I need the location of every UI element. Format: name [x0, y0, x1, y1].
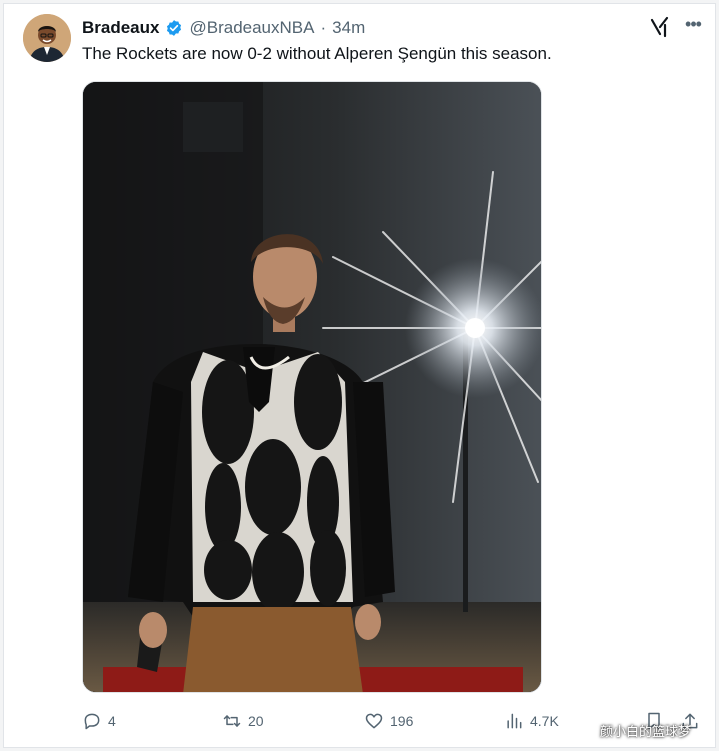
more-icon[interactable]: ••• — [682, 14, 704, 36]
separator-dot: · — [320, 18, 327, 37]
tweet-photo[interactable] — [82, 81, 542, 693]
heart-icon — [365, 713, 383, 729]
retweet-icon — [223, 715, 241, 727]
retweet-button[interactable]: 20 — [222, 708, 264, 734]
avatar[interactable] — [23, 14, 71, 62]
like-count: 196 — [390, 713, 414, 729]
views-icon — [507, 713, 522, 729]
reply-count: 4 — [108, 713, 116, 729]
display-name[interactable]: Bradeaux — [82, 18, 159, 38]
like-button[interactable]: 196 — [364, 708, 413, 734]
reply-button[interactable]: 4 — [82, 708, 116, 734]
grok-icon[interactable] — [650, 16, 670, 38]
reply-icon — [84, 713, 100, 730]
watermark: 颜小白的篮球梦 — [600, 724, 692, 739]
handle[interactable]: @BradeauxNBA — [189, 18, 314, 38]
timestamp[interactable]: 34m — [332, 18, 365, 38]
tweet-header: Bradeaux @BradeauxNBA · 34m — [82, 17, 365, 39]
verified-badge-icon — [167, 20, 182, 36]
retweet-count: 20 — [248, 713, 264, 729]
views-button[interactable]: 4.7K — [504, 708, 559, 734]
views-count: 4.7K — [530, 713, 559, 729]
tweet-text: The Rockets are now 0-2 without Alperen … — [82, 44, 552, 63]
